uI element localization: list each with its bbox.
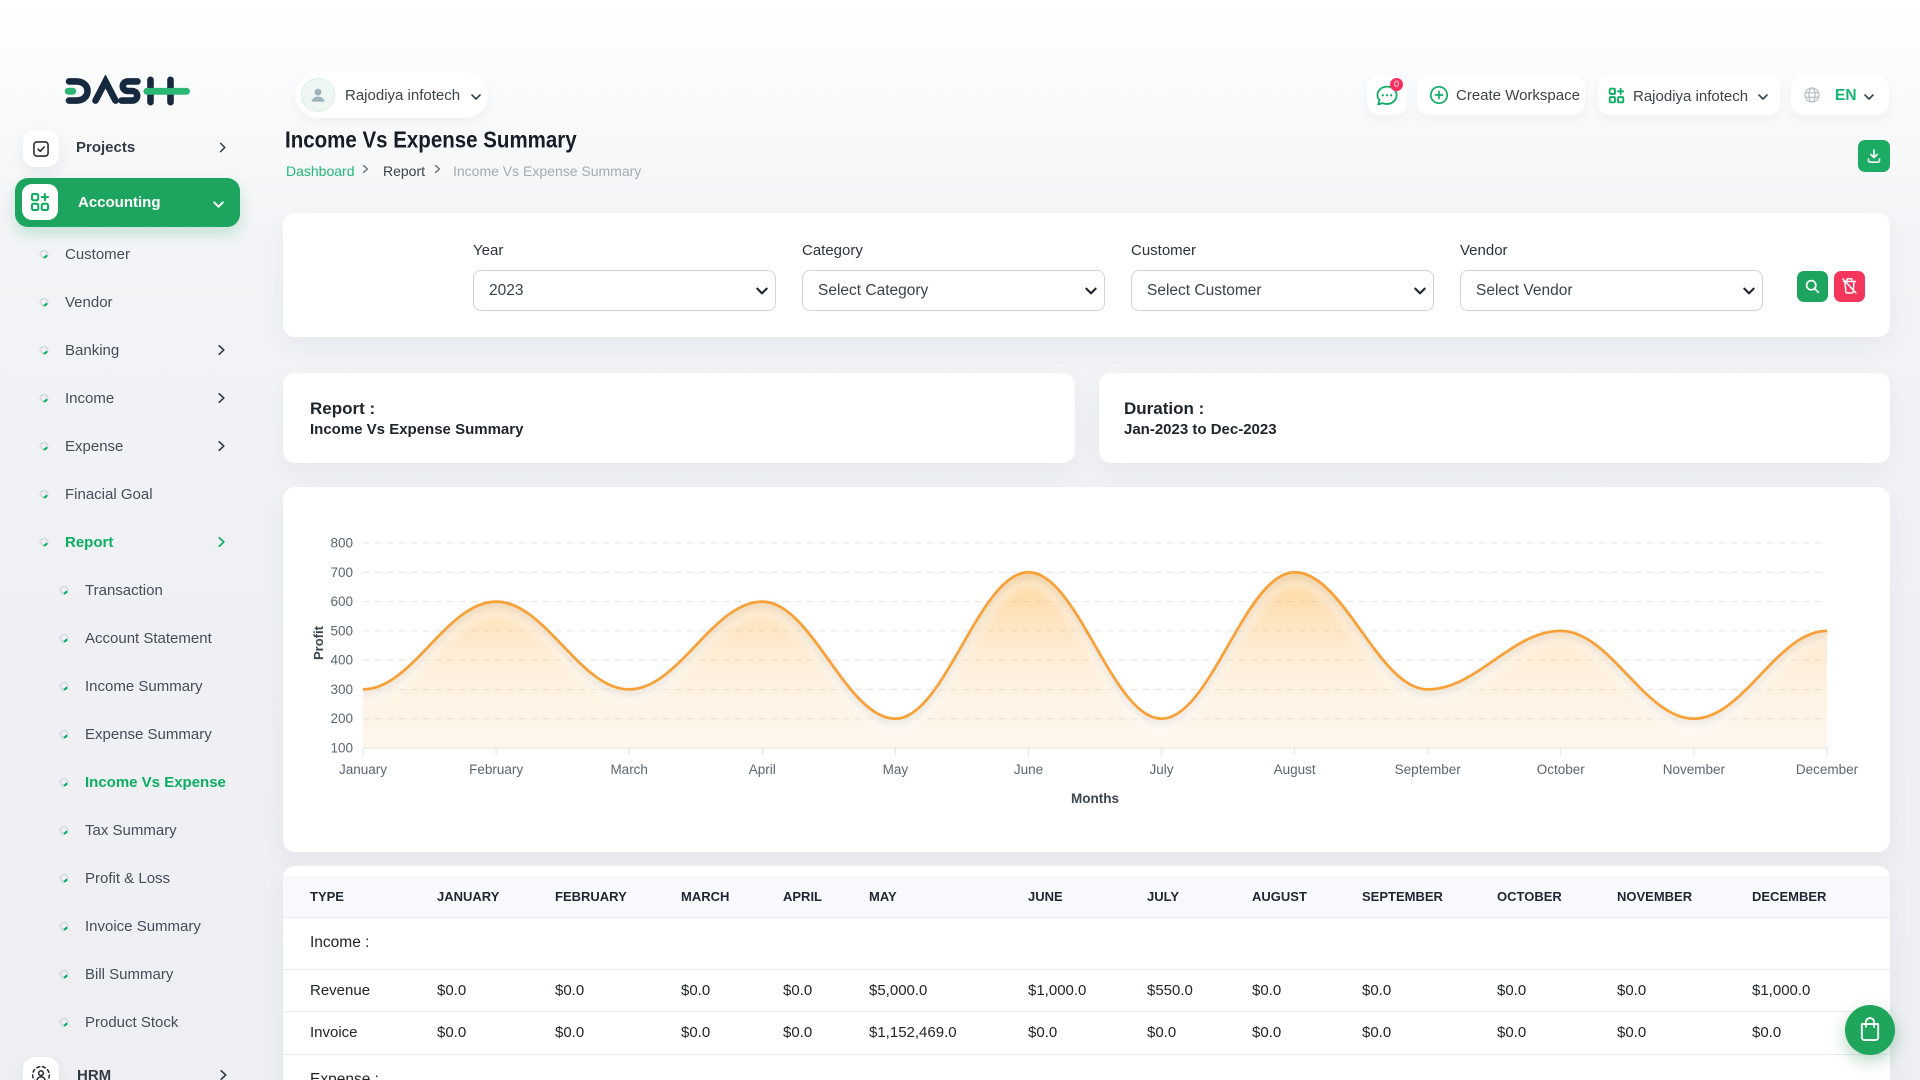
svg-text:November: November (1663, 762, 1726, 777)
svg-text:August: August (1274, 762, 1316, 777)
svg-text:October: October (1537, 762, 1586, 777)
svg-text:January: January (339, 762, 387, 777)
svg-text:100: 100 (330, 741, 353, 756)
svg-text:June: June (1014, 762, 1043, 777)
svg-text:Months: Months (1071, 791, 1119, 806)
svg-text:April: April (749, 762, 776, 777)
svg-text:March: March (610, 762, 648, 777)
svg-text:July: July (1149, 762, 1173, 777)
svg-text:500: 500 (330, 623, 353, 638)
svg-text:December: December (1796, 762, 1859, 777)
svg-text:September: September (1395, 762, 1462, 777)
svg-text:May: May (883, 762, 909, 777)
svg-text:200: 200 (330, 711, 353, 726)
svg-text:800: 800 (330, 536, 353, 551)
svg-text:February: February (469, 762, 523, 777)
svg-text:700: 700 (330, 565, 353, 580)
svg-text:600: 600 (330, 594, 353, 609)
svg-text:400: 400 (330, 653, 353, 668)
svg-text:300: 300 (330, 682, 353, 697)
svg-text:Profit: Profit (311, 625, 326, 660)
